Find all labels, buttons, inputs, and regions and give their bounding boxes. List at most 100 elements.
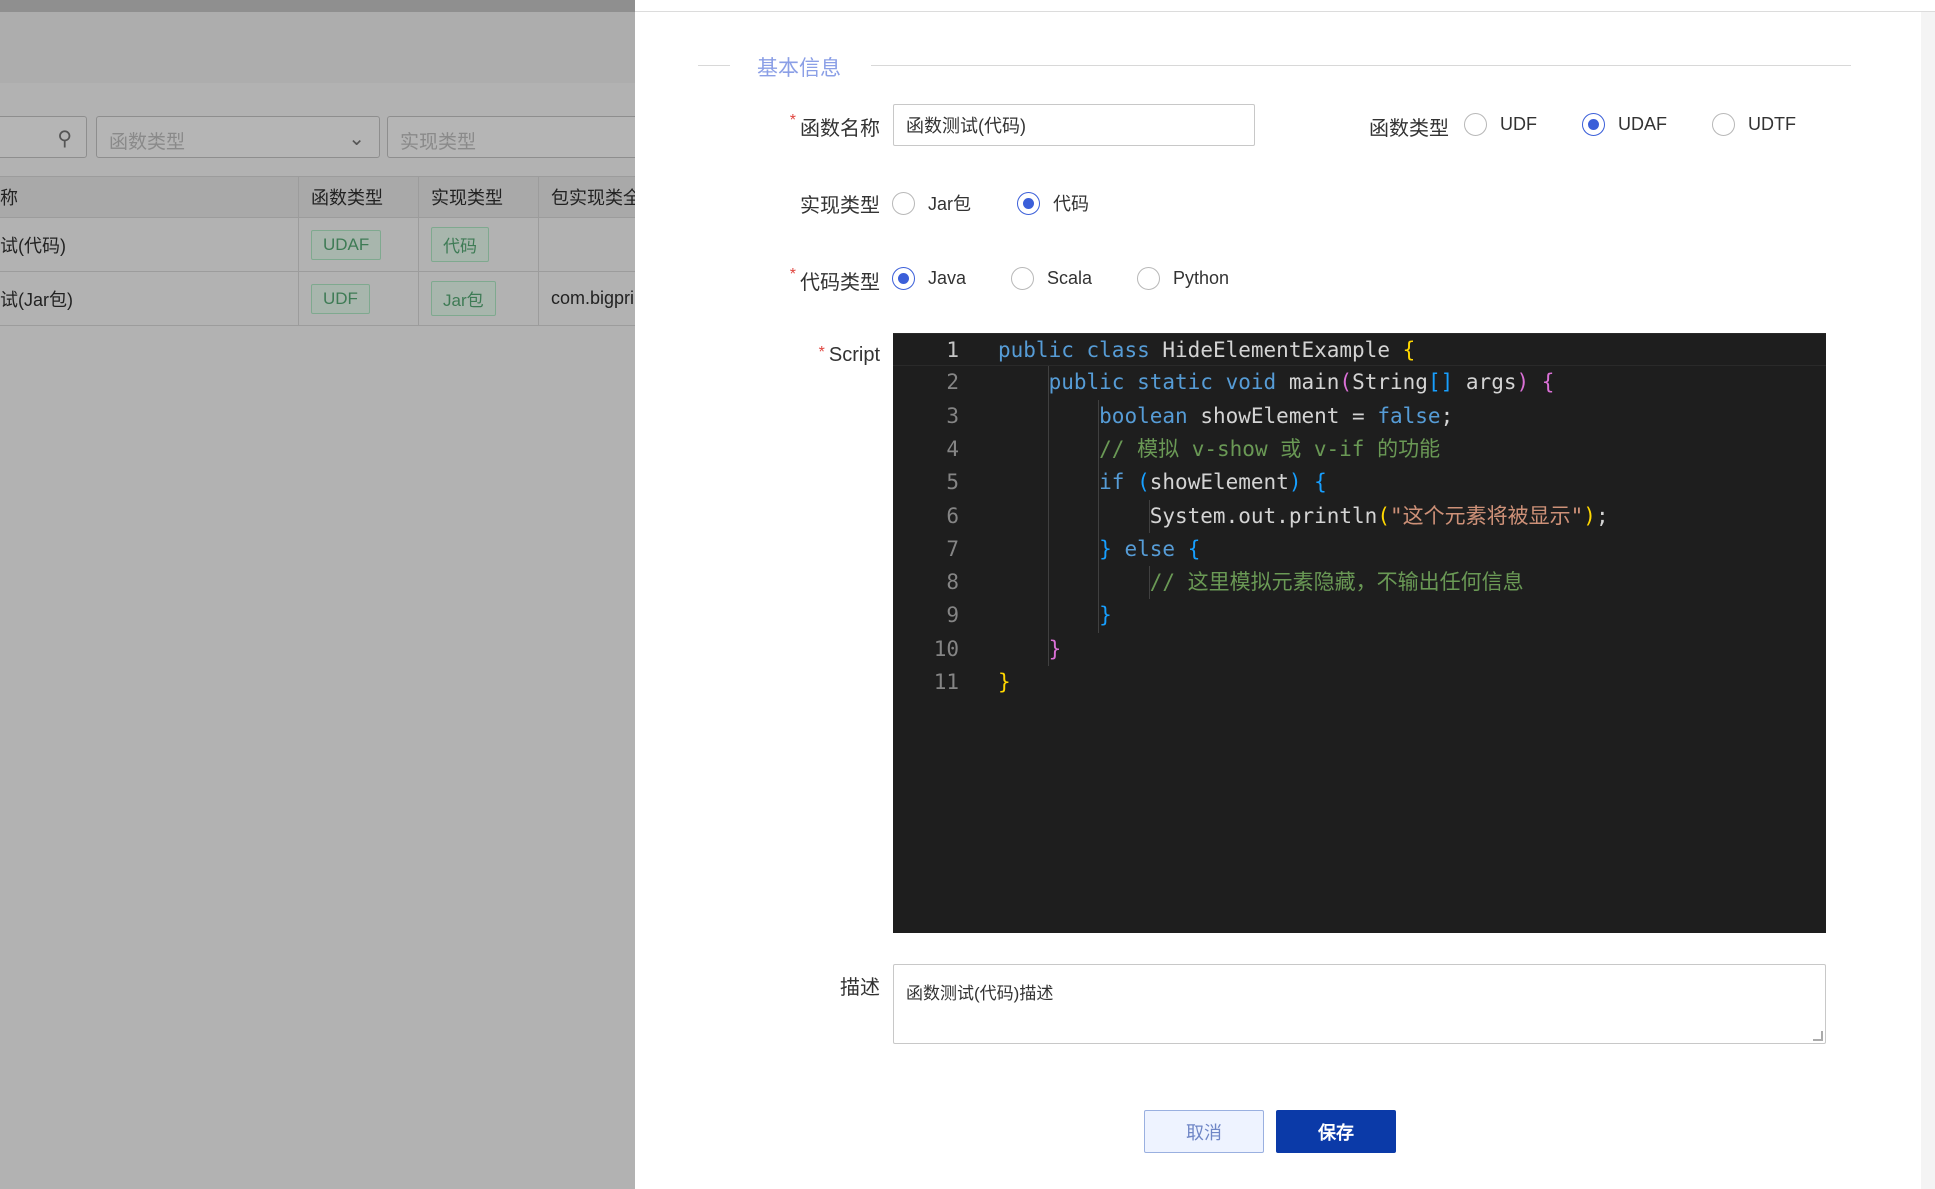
code-line[interactable]: 11} [893,666,1826,699]
background-page: ⚲ 函数类型 ⌄ 实现类型 称 函数类型 实现类型 包实现类全 试(代码) UD… [0,0,635,1189]
table-header-row: 称 函数类型 实现类型 包实现类全 [0,176,635,218]
indent-guide [1098,399,1100,633]
background-impl-type-select[interactable]: 实现类型 [387,116,635,158]
chevron-down-icon: ⌄ [348,128,365,150]
code-line[interactable]: 2 public static void main(String[] args)… [893,366,1826,399]
radio-code[interactable]: 代码 [1017,190,1089,216]
column-header-impl-type: 实现类型 [419,177,539,217]
impl-type-label: 实现类型 [800,195,880,217]
code-type-label-text: 代码类型 [800,272,880,294]
line-number: 10 [933,636,959,661]
function-type-tag: UDF [311,283,370,314]
background-function-type-select[interactable]: 函数类型 ⌄ [96,116,380,158]
code-line[interactable]: 5 if (showElement) { [893,466,1826,499]
code-text: // 模拟 v-show 或 v-if 的功能 [1099,436,1441,461]
radio-udaf[interactable]: UDAF [1582,113,1667,136]
background-search-input[interactable]: ⚲ [0,116,87,158]
table-row[interactable]: 试(代码) UDAF 代码 [0,218,635,272]
radio-udtf[interactable]: UDTF [1712,113,1796,136]
code-line[interactable]: 1 public class HideElementExample { [893,333,1826,366]
code-line[interactable]: 8 // 这里模拟元素隐藏，不输出任何信息 [893,566,1826,599]
line-number: 8 [946,570,959,595]
radio-label: UDF [1500,114,1537,134]
background-top-band [0,0,635,12]
code-line[interactable]: 9 } [893,599,1826,632]
resize-handle-icon[interactable] [1813,1031,1823,1041]
radio-circle-checked [1017,191,1040,215]
line-number: 11 [933,670,959,694]
radio-udf[interactable]: UDF [1464,113,1537,136]
column-header-package: 包实现类全 [551,188,635,208]
radio-circle-checked [892,267,915,290]
radio-circle-checked [1582,113,1605,136]
code-line[interactable]: 4 // 模拟 v-show 或 v-if 的功能 [893,433,1826,466]
description-value: 函数测试(代码)描述 [906,984,1054,1003]
code-type-label: * 代码类型 [790,266,880,295]
save-button[interactable]: 保存 [1276,1110,1396,1153]
impl-type-tag: 代码 [431,227,489,262]
indent-guide [1148,566,1150,600]
indent-guide [1148,499,1150,533]
line-number: 9 [946,603,959,628]
function-name-label: * 函数名称 [790,112,880,141]
line-number: 3 [946,403,959,428]
background-function-table: 称 函数类型 实现类型 包实现类全 试(代码) UDAF 代码 试(Jar包) … [0,176,635,326]
radio-label: 代码 [1053,194,1089,214]
code-text: } [1099,603,1112,628]
function-name-input[interactable]: 函数测试(代码) [893,104,1255,146]
cell-function-type: UDF [299,272,419,325]
code-line[interactable]: 7 } else { [893,533,1826,566]
code-line[interactable]: 10 } [893,633,1826,666]
description-label: 描述 [840,977,880,999]
impl-type-placeholder: 实现类型 [400,132,477,153]
line-number: 4 [946,436,959,461]
cancel-button[interactable]: 取消 [1144,1110,1264,1153]
search-icon: ⚲ [57,128,72,150]
radio-scala[interactable]: Scala [1011,267,1092,290]
radio-circle [1712,113,1735,136]
cell-function-type: UDAF [299,218,419,271]
cell-name: 试(代码) [0,218,299,271]
radio-label: UDAF [1618,114,1667,134]
edit-function-drawer: 基本信息 * 函数名称 函数测试(代码) 函数类型 UDF UDAF UDTF 实… [635,12,1935,1189]
radio-circle [892,191,915,215]
column-header-name: 称 [0,177,299,217]
script-label-text: Script [828,344,880,366]
line-number: 5 [946,470,959,495]
drawer-scrollbar[interactable] [1921,12,1935,1189]
required-mark: * [789,112,796,129]
code-editor[interactable]: 1 public class HideElementExample { 2 publ… [893,333,1826,933]
code-line[interactable]: 6 System.out.println("这个元素将被显示"); [893,500,1826,533]
description-textarea[interactable]: 函数测试(代码)描述 [893,964,1826,1044]
code-text: // 这里模拟元素隐藏，不输出任何信息 [1149,570,1524,595]
section-divider-right [871,65,1851,66]
indent-guide [1047,366,1049,666]
radio-label: Jar包 [928,194,972,214]
line-number: 2 [946,370,959,395]
radio-circle [1137,267,1160,290]
section-title: 基本信息 [757,57,841,80]
code-text: public class HideElementExample { [998,338,1416,362]
radio-jar[interactable]: Jar包 [892,190,971,216]
table-row[interactable]: 试(Jar包) UDF Jar包 com.bigpri [0,272,635,326]
radio-label: Java [928,268,967,288]
radio-circle [1464,113,1487,136]
impl-type-tag: Jar包 [431,281,496,316]
script-label: * Script [819,344,880,367]
radio-label: Scala [1047,268,1093,288]
line-number: 6 [946,503,959,528]
function-type-tag: UDAF [311,229,382,260]
radio-circle [1011,267,1034,290]
code-line[interactable]: 3 boolean showElement = false; [893,400,1826,433]
code-text: System.out.println("这个元素将被显示"); [1149,503,1609,528]
line-number: 1 [946,338,959,362]
radio-label: Python [1173,268,1230,288]
code-text: public static void main(String[] args) { [1048,370,1555,395]
code-text: } [998,670,1011,694]
cell-impl-type: Jar包 [419,272,539,325]
radio-python[interactable]: Python [1137,267,1229,290]
radio-java[interactable]: Java [892,267,966,290]
section-divider-left [698,65,730,66]
cell-package: com.bigpri [551,288,635,308]
function-type-placeholder: 函数类型 [109,132,186,153]
